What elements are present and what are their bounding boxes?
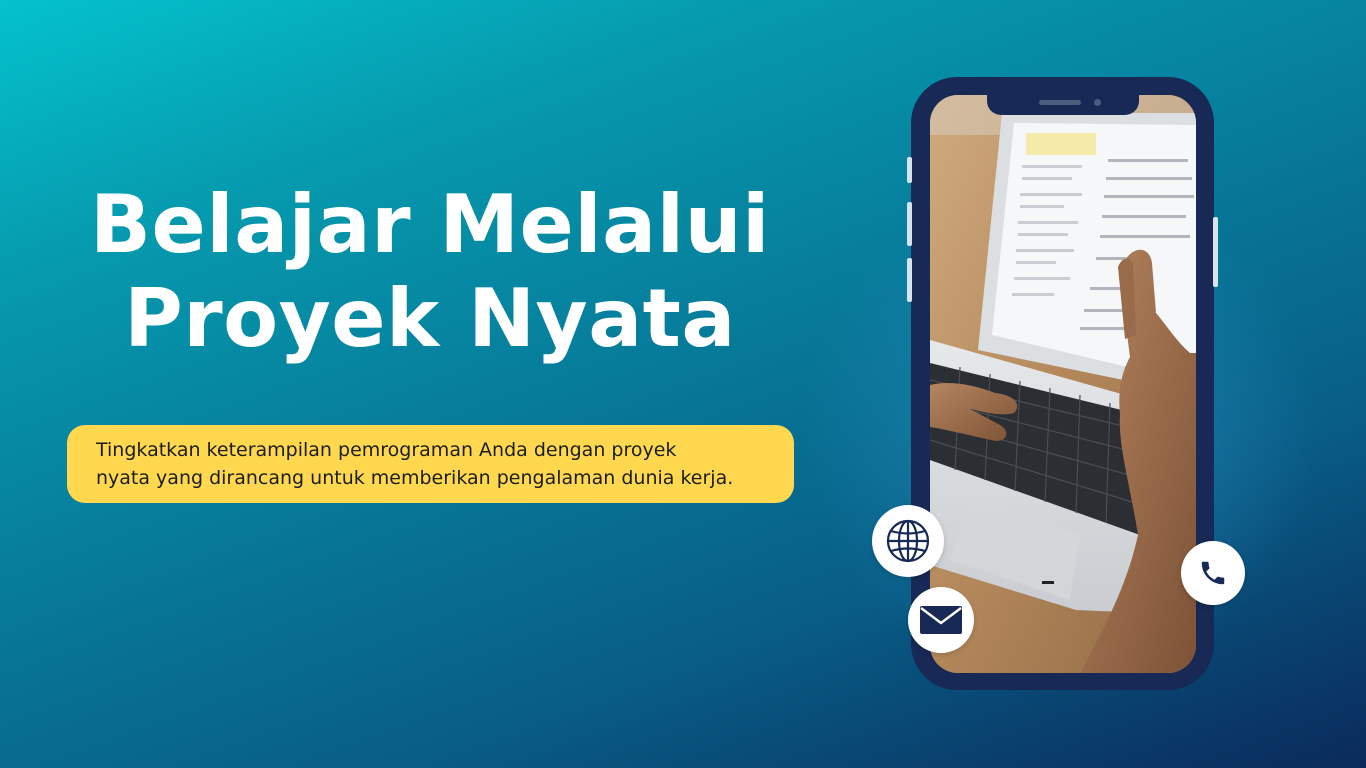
phone-camera — [1094, 99, 1101, 106]
promo-banner: Belajar Melalui Proyek Nyata Tingkatkan … — [0, 0, 1366, 768]
phone-screen-photo — [930, 95, 1196, 673]
phone-side-button — [907, 258, 912, 302]
globe-icon — [886, 519, 930, 563]
phone-icon-badge — [1181, 541, 1245, 605]
laptop-typing-photo — [930, 95, 1196, 673]
envelope-icon-badge — [908, 587, 974, 653]
phone-speaker — [1039, 100, 1081, 105]
phone-side-button — [1213, 217, 1218, 287]
globe-icon-badge — [872, 505, 944, 577]
subtitle-line-2: nyata yang dirancang untuk memberikan pe… — [96, 467, 734, 489]
headline-line-2: Proyek Nyata — [124, 272, 736, 365]
headline: Belajar Melalui Proyek Nyata — [30, 178, 830, 366]
phone-notch — [987, 95, 1139, 115]
headline-line-1: Belajar Melalui — [90, 178, 770, 271]
phone-side-button — [907, 157, 912, 183]
subtitle-line-1: Tingkatkan keterampilan pemrograman Anda… — [96, 439, 677, 461]
subtitle-pill: Tingkatkan keterampilan pemrograman Anda… — [67, 425, 794, 503]
phone-side-button — [907, 202, 912, 246]
phone-icon — [1201, 561, 1225, 585]
envelope-icon — [920, 606, 962, 634]
